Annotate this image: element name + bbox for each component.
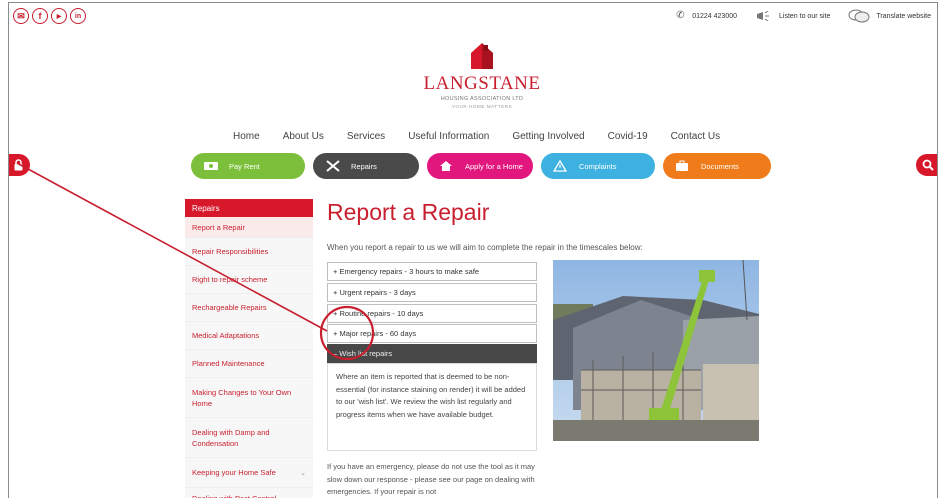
sidebar-item-right-to-repair[interactable]: Right to repair scheme xyxy=(185,266,313,294)
browser-frame: ✉ f ▶ in ✆ 01224 423000 Listen to our si… xyxy=(8,2,938,498)
lock-icon xyxy=(14,159,22,171)
translate-label: Translate website xyxy=(876,12,931,20)
login-button[interactable] xyxy=(9,154,30,176)
nav-getting-involved[interactable]: Getting Involved xyxy=(512,131,584,142)
logo-tagline: YOUR HOME MATTERS xyxy=(451,104,513,109)
accordion-emergency[interactable]: + Emergency repairs - 3 hours to make sa… xyxy=(327,262,537,281)
utility-bar: ✆ 01224 423000 Listen to our site Transl… xyxy=(676,9,931,23)
home-icon xyxy=(439,160,461,172)
page-title: Report a Repair xyxy=(327,199,490,225)
documents-button[interactable]: Documents xyxy=(663,153,771,179)
sidebar-item-report-a-repair[interactable]: Report a Repair xyxy=(185,217,313,238)
nav-contact-us[interactable]: Contact Us xyxy=(671,131,720,142)
complaints-label: Complaints xyxy=(579,161,617,171)
repairs-button[interactable]: Repairs xyxy=(313,153,419,179)
accordion-routine[interactable]: + Routine repairs - 10 days xyxy=(327,304,537,323)
sidebar-heading[interactable]: Repairs xyxy=(185,199,313,217)
sidebar-item-damp-condensation[interactable]: Dealing with Damp and Condensation xyxy=(185,418,313,458)
sidebar-item-making-changes[interactable]: Making Changes to Your Own Home xyxy=(185,378,313,418)
sidebar-item-pest-control[interactable]: Dealing with Pest Control xyxy=(185,488,313,498)
site-logo[interactable]: LANGSTANE HOUSING ASSOCIATION LTD YOUR H… xyxy=(417,41,547,109)
nav-useful-information[interactable]: Useful Information xyxy=(408,131,489,142)
repairs-label: Repairs xyxy=(351,161,377,171)
phone-icon: ✆ xyxy=(676,10,685,21)
sidebar-item-rechargeable-repairs[interactable]: Rechargeable Repairs xyxy=(185,294,313,322)
wish-list-body: Where an item is reported that is deemed… xyxy=(327,363,537,451)
warning-icon xyxy=(553,160,575,172)
logo-name: LANGSTANE xyxy=(423,73,541,94)
phone-number: 01224 423000 xyxy=(692,12,738,20)
youtube-icon[interactable]: ▶ xyxy=(51,8,67,24)
listen-label: Listen to our site xyxy=(779,12,831,20)
social-links: ✉ f ▶ in xyxy=(13,8,86,24)
tools-icon xyxy=(325,159,347,173)
sidebar-item-home-safe-label: Keeping your Home Safe xyxy=(192,468,276,477)
sidebar-item-planned-maintenance[interactable]: Planned Maintenance xyxy=(185,350,313,378)
sidebar-item-medical-adaptations[interactable]: Medical Adaptations xyxy=(185,322,313,350)
accordion-major[interactable]: + Major repairs - 60 days xyxy=(327,324,537,343)
accordion-wish-list[interactable]: – Wish list repairs xyxy=(327,344,537,363)
pay-rent-label: Pay Rent xyxy=(229,161,260,171)
emergency-note: If you have an emergency, please do not … xyxy=(327,462,535,496)
phone-link[interactable]: ✆ 01224 423000 xyxy=(676,11,737,21)
main-nav: Home About Us Services Useful Informatio… xyxy=(233,131,743,142)
translate-button[interactable]: Translate website xyxy=(848,9,931,23)
briefcase-icon xyxy=(675,160,697,172)
intro-text: When you report a repair to us we will a… xyxy=(327,243,643,252)
translate-icon xyxy=(848,9,870,23)
nav-about-us[interactable]: About Us xyxy=(283,131,324,142)
house-logo-icon xyxy=(471,43,493,69)
complaints-button[interactable]: Complaints xyxy=(541,153,655,179)
pay-rent-button[interactable]: Pay Rent xyxy=(191,153,305,179)
nav-home[interactable]: Home xyxy=(233,131,260,142)
listen-button[interactable]: Listen to our site xyxy=(755,11,830,21)
nav-services[interactable]: Services xyxy=(347,131,385,142)
accordion-urgent[interactable]: + Urgent repairs - 3 days xyxy=(327,283,537,302)
apply-for-home-button[interactable]: Apply for a Home xyxy=(427,153,533,179)
apply-for-home-label: Apply for a Home xyxy=(465,161,523,171)
search-button[interactable] xyxy=(916,154,937,176)
facebook-icon[interactable]: f xyxy=(32,8,48,24)
repair-photo xyxy=(553,260,759,441)
search-icon xyxy=(922,159,934,171)
cash-icon xyxy=(203,160,225,172)
nav-covid-19[interactable]: Covid-19 xyxy=(608,131,648,142)
megaphone-icon xyxy=(757,11,770,21)
sidebar-item-home-safe[interactable]: Keeping your Home Safe ⌄ xyxy=(185,458,313,488)
chevron-down-icon: ⌄ xyxy=(300,469,306,477)
sidebar-item-repair-responsibilities[interactable]: Repair Responsibilities xyxy=(185,238,313,266)
documents-label: Documents xyxy=(701,161,739,171)
email-icon[interactable]: ✉ xyxy=(13,8,29,24)
sidebar: Repairs Report a Repair Repair Responsib… xyxy=(185,199,313,498)
linkedin-icon[interactable]: in xyxy=(70,8,86,24)
logo-subtitle: HOUSING ASSOCIATION LTD xyxy=(440,96,524,102)
